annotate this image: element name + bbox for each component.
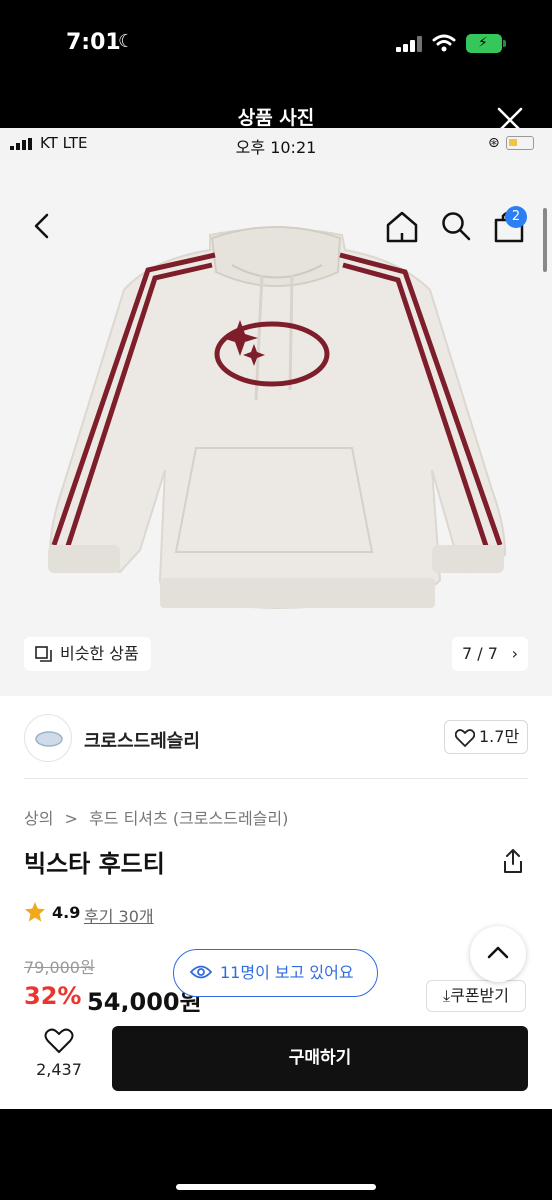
chevron-right-icon: › bbox=[511, 644, 518, 663]
home-icon[interactable] bbox=[385, 210, 419, 244]
scroll-indicator bbox=[543, 208, 547, 272]
buy-button[interactable]: 구매하기 bbox=[112, 1026, 528, 1091]
chevron-up-icon bbox=[487, 946, 509, 959]
cellular-signal-icon bbox=[396, 36, 422, 52]
brand-logo[interactable] bbox=[24, 714, 72, 762]
eye-icon bbox=[190, 965, 212, 979]
star-icon bbox=[25, 902, 45, 922]
wishlist-count: 2,437 bbox=[36, 1060, 82, 1079]
product-title: 빅스타 후드티 bbox=[24, 850, 165, 878]
status-time: 7:01 bbox=[66, 30, 121, 55]
breadcrumb-subcategory[interactable]: 후드 티셔츠 (크로스드레슬리) bbox=[89, 805, 288, 829]
brand-like-count: 1.7만 bbox=[479, 727, 520, 746]
share-icon[interactable] bbox=[502, 848, 524, 874]
similar-items-icon bbox=[35, 646, 52, 662]
divider bbox=[24, 778, 528, 779]
heart-icon bbox=[44, 1028, 74, 1053]
product-image-gallery[interactable]: 2 비슷한 상품 7 / 7 › bbox=[0, 160, 552, 696]
viewers-notice: 11명이 보고 있어요 bbox=[173, 949, 378, 997]
discount-rate: 32% bbox=[24, 982, 82, 1010]
outer-status-bar: 7:01 ☾ ⚡ bbox=[0, 0, 552, 90]
inner-status-time: 오후 10:21 bbox=[235, 138, 317, 157]
search-icon[interactable] bbox=[440, 210, 472, 242]
breadcrumb[interactable]: 상의 > 후드 티셔츠 (크로스드레슬리) bbox=[24, 805, 288, 829]
rotation-lock-icon: ⊛ bbox=[488, 135, 500, 151]
inner-status-bar: KT LTE 오후 10:21 ⊛ bbox=[0, 128, 552, 160]
brand-like-button[interactable]: 1.7만 bbox=[444, 720, 528, 754]
original-price: 79,000원 bbox=[24, 958, 95, 977]
image-page-indicator[interactable]: 7 / 7 › bbox=[452, 637, 528, 671]
moon-icon: ☾ bbox=[118, 31, 135, 52]
brand-logo-icon bbox=[35, 731, 63, 747]
scroll-to-top-button[interactable] bbox=[470, 926, 526, 982]
page-indicator-text: 7 / 7 bbox=[462, 644, 498, 663]
wifi-icon bbox=[432, 34, 456, 52]
battery-icon bbox=[506, 136, 534, 150]
brand-row[interactable]: 크로스드레슬리 1.7만 bbox=[0, 696, 552, 778]
breadcrumb-category[interactable]: 상의 bbox=[24, 805, 53, 829]
back-chevron-icon[interactable] bbox=[30, 212, 54, 240]
battery-charging-icon: ⚡ bbox=[466, 34, 506, 53]
breadcrumb-separator: > bbox=[64, 809, 78, 828]
similar-products-button[interactable]: 비슷한 상품 bbox=[24, 637, 151, 671]
viewers-notice-text: 11명이 보고 있어요 bbox=[220, 963, 354, 982]
product-screenshot: KT LTE 오후 10:21 ⊛ 2 비슷한 상품 7 / 7 › 크로스드레… bbox=[0, 128, 552, 1109]
heart-icon bbox=[455, 729, 475, 747]
cart-count-badge: 2 bbox=[505, 206, 527, 228]
coupon-label: 쿠폰받기 bbox=[450, 986, 509, 1005]
brand-name[interactable]: 크로스드레슬리 bbox=[84, 727, 200, 753]
bottom-action-bar: 2,437 구매하기 bbox=[0, 1012, 552, 1109]
reviews-link[interactable]: 후기 30개 bbox=[84, 903, 154, 927]
rating-value: 4.9 bbox=[52, 903, 81, 922]
wishlist-button[interactable]: 2,437 bbox=[24, 1028, 94, 1088]
coupon-download-button[interactable]: ⤓쿠폰받기 bbox=[426, 980, 526, 1012]
similar-products-label: 비슷한 상품 bbox=[60, 644, 139, 663]
home-indicator[interactable] bbox=[176, 1184, 376, 1190]
viewer-title: 상품 사진 bbox=[237, 107, 315, 129]
